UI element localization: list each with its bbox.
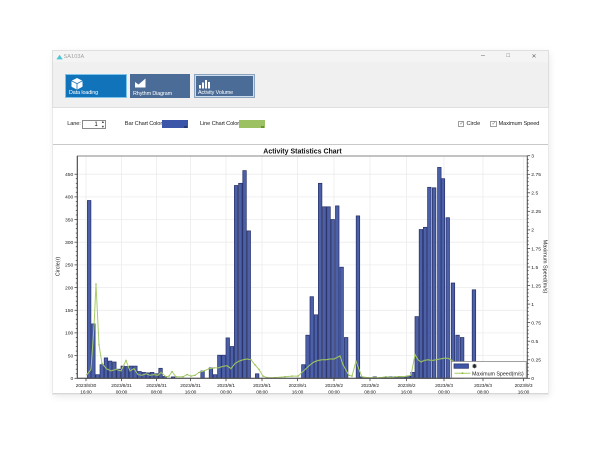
svg-text:1.5: 1.5 [531, 264, 538, 270]
svg-text:200: 200 [65, 285, 74, 291]
svg-text:2023/8/31: 2023/8/31 [180, 382, 201, 388]
svg-text:450: 450 [65, 171, 74, 177]
svg-text:16:00: 16:00 [292, 389, 304, 395]
svg-text:300: 300 [65, 239, 74, 245]
svg-text:08:00: 08:00 [364, 389, 376, 395]
svg-text:00:00: 00:00 [220, 389, 232, 395]
svg-text:50: 50 [68, 353, 74, 359]
svg-text:250: 250 [65, 262, 74, 268]
svg-text:Maximum Speed(m/s): Maximum Speed(m/s) [541, 239, 547, 293]
svg-text:2.75: 2.75 [531, 172, 541, 178]
svg-text:Activity Statistics Chart: Activity Statistics Chart [263, 148, 342, 155]
svg-text:08:00: 08:00 [477, 389, 489, 395]
svg-text:16:00: 16:00 [518, 389, 530, 395]
svg-text:0.25: 0.25 [531, 357, 541, 363]
svg-text:2023/9/3: 2023/9/3 [515, 382, 533, 388]
svg-text:2023/8/31: 2023/8/31 [146, 382, 167, 388]
svg-text:2.5: 2.5 [531, 190, 538, 196]
svg-text:0: 0 [531, 376, 534, 382]
svg-text:2023/9/3: 2023/9/3 [435, 382, 453, 388]
svg-text:400: 400 [65, 194, 74, 200]
svg-text:2023/9/2: 2023/9/2 [325, 382, 343, 388]
svg-text:350: 350 [65, 217, 74, 223]
svg-text:2023/9/2: 2023/9/2 [361, 382, 379, 388]
svg-text:00:00: 00:00 [116, 389, 128, 395]
svg-text:Maximum Speed(m/s): Maximum Speed(m/s) [472, 371, 524, 377]
svg-text:2023/9/1: 2023/9/1 [217, 382, 235, 388]
svg-text:2023/9/3: 2023/9/3 [474, 382, 492, 388]
svg-text:0.75: 0.75 [531, 320, 541, 326]
svg-text:16:00: 16:00 [185, 389, 197, 395]
svg-text:1.25: 1.25 [531, 283, 541, 289]
svg-text:2023/8/31: 2023/8/31 [111, 382, 132, 388]
svg-text:1.75: 1.75 [531, 246, 541, 252]
svg-text:00:00: 00:00 [328, 389, 340, 395]
svg-text:100: 100 [65, 330, 74, 336]
svg-text:08:00: 08:00 [151, 389, 163, 395]
svg-text:2.25: 2.25 [531, 209, 541, 215]
svg-text:1: 1 [531, 301, 534, 307]
svg-text:2: 2 [531, 227, 534, 233]
svg-text:3: 3 [531, 153, 534, 159]
svg-text:2023/8/30: 2023/8/30 [76, 382, 97, 388]
svg-text:16:00: 16:00 [80, 389, 92, 395]
svg-text:00:00: 00:00 [438, 389, 450, 395]
svg-text:2023/9/1: 2023/9/1 [289, 382, 307, 388]
svg-text:Circle(r): Circle(r) [56, 256, 62, 276]
svg-text:150: 150 [65, 308, 74, 314]
svg-text:08:00: 08:00 [256, 389, 268, 395]
svg-text:0: 0 [71, 376, 74, 382]
svg-text:0.5: 0.5 [531, 338, 538, 344]
svg-text:16:00: 16:00 [401, 389, 413, 395]
svg-text:2023/9/1: 2023/9/1 [253, 382, 271, 388]
svg-text:2023/9/2: 2023/9/2 [398, 382, 416, 388]
